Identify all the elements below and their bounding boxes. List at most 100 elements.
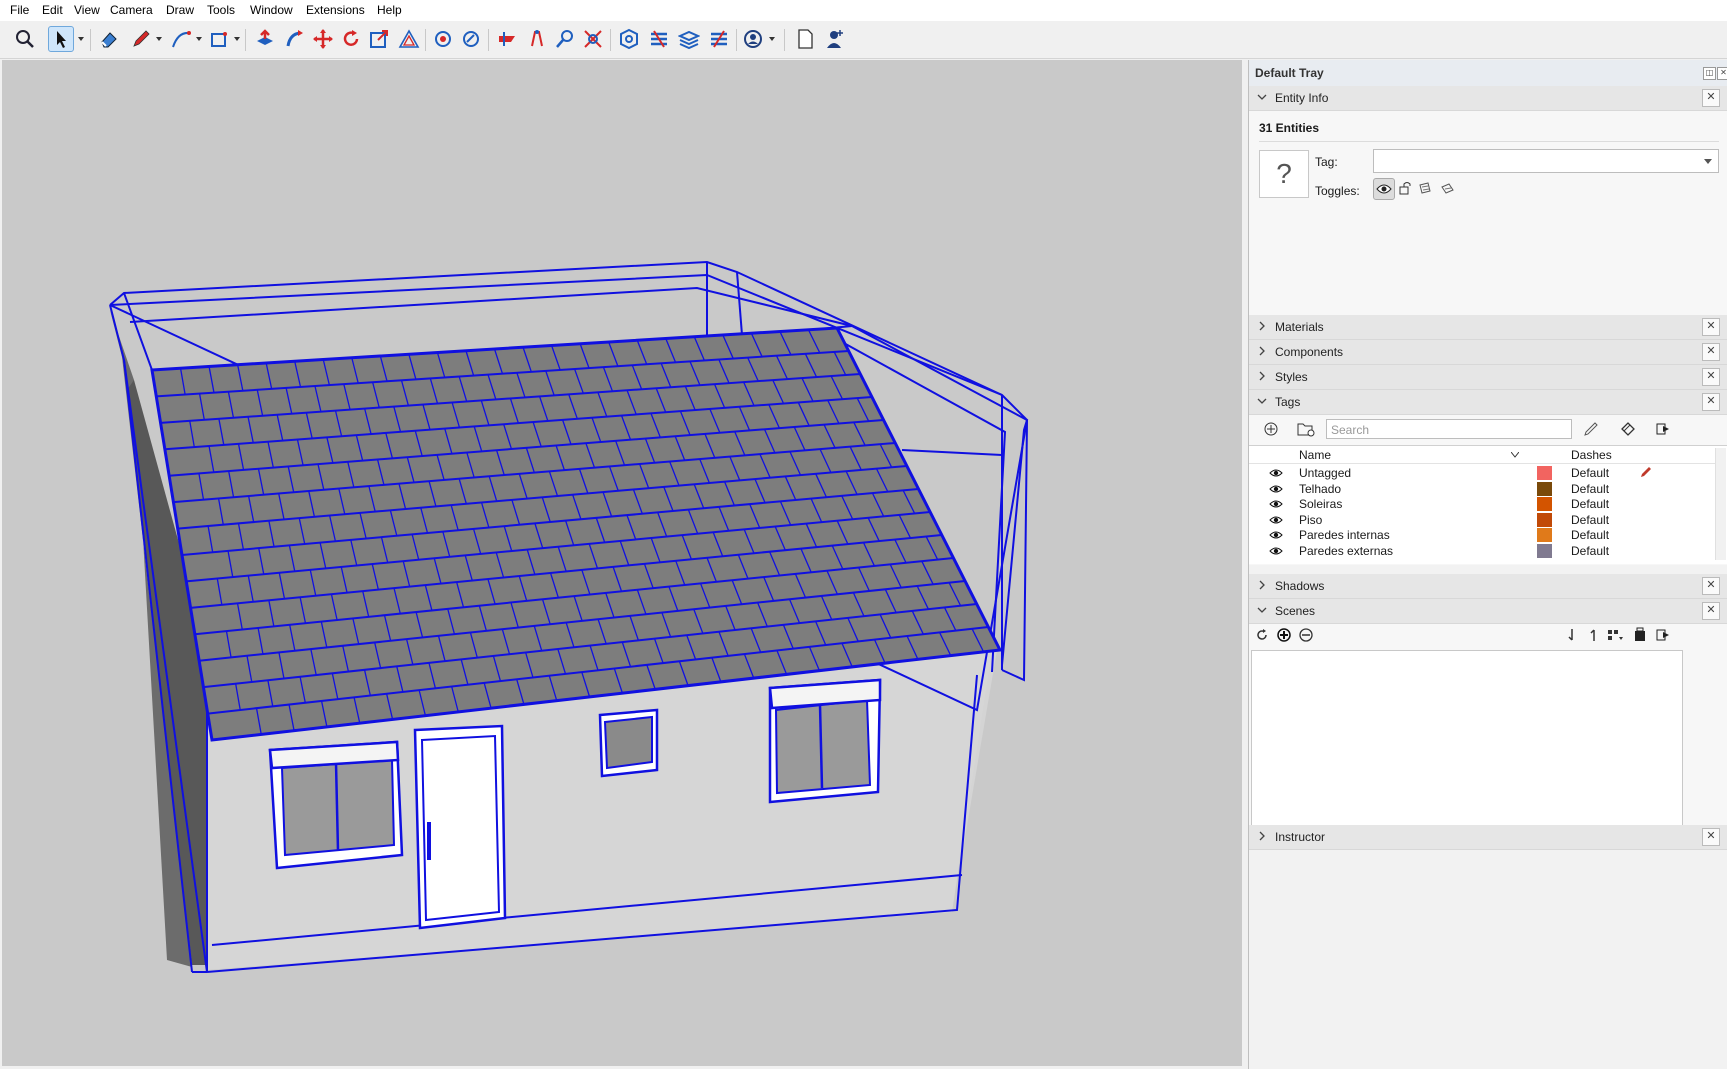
scale-icon[interactable]: [366, 26, 392, 52]
add-tag-icon[interactable]: [1263, 421, 1279, 437]
tag-color-swatch[interactable]: [1537, 481, 1552, 496]
tag-row[interactable]: Soleiras Default: [1249, 497, 1709, 512]
visibility-eye-icon[interactable]: [1269, 499, 1283, 509]
panel-tags-header[interactable]: Tags ✕: [1249, 390, 1727, 415]
line-icon[interactable]: [168, 26, 194, 52]
menu-window[interactable]: Window: [250, 3, 293, 17]
menu-edit[interactable]: Edit: [42, 3, 63, 17]
tag-dashes[interactable]: Default: [1571, 466, 1609, 480]
pan-icon[interactable]: [458, 26, 484, 52]
tag-dashes[interactable]: Default: [1571, 482, 1609, 496]
tags-search-input[interactable]: Search: [1326, 419, 1572, 439]
account-icon[interactable]: [740, 26, 766, 52]
close-icon[interactable]: ✕: [1702, 89, 1720, 107]
zoom-icon[interactable]: [12, 26, 38, 52]
panel-shadows-header[interactable]: Shadows ✕: [1249, 574, 1727, 599]
move-down-icon[interactable]: [1567, 628, 1577, 642]
lock-icon[interactable]: [1395, 178, 1415, 198]
panel-scenes-header[interactable]: Scenes ✕: [1249, 599, 1727, 624]
close-icon[interactable]: ✕: [1702, 577, 1720, 595]
add-folder-icon[interactable]: [1297, 421, 1315, 437]
close-icon[interactable]: ✕: [1702, 318, 1720, 336]
move-up-icon[interactable]: [1589, 628, 1599, 642]
menu-draw[interactable]: Draw: [166, 3, 194, 17]
tag-dashes[interactable]: Default: [1571, 513, 1609, 527]
select-icon[interactable]: [48, 26, 74, 52]
visibility-eye-icon[interactable]: [1269, 515, 1283, 525]
visibility-eye-icon[interactable]: [1269, 546, 1283, 556]
move-icon[interactable]: [310, 26, 336, 52]
zoom-extents-icon[interactable]: [580, 26, 606, 52]
warehouse-icon[interactable]: [616, 26, 642, 52]
menu-extensions[interactable]: Extensions: [306, 3, 365, 17]
menu-help[interactable]: Help: [377, 3, 402, 17]
close-icon[interactable]: ✕: [1702, 602, 1720, 620]
details-arrow-icon[interactable]: [1655, 628, 1671, 642]
tag-color-swatch[interactable]: [1537, 512, 1552, 527]
details-arrow-icon[interactable]: [1655, 421, 1671, 437]
tray-close-icon[interactable]: ✕: [1717, 67, 1727, 80]
visibility-eye-icon[interactable]: [1269, 468, 1283, 478]
house-model[interactable]: [2, 60, 1242, 1066]
visibility-eye-icon[interactable]: [1373, 178, 1395, 200]
add-scene-icon[interactable]: [1277, 628, 1291, 642]
pencil-icon[interactable]: [128, 26, 154, 52]
tag-color-swatch[interactable]: [1537, 543, 1552, 558]
user-icon[interactable]: [822, 26, 848, 52]
tag-row[interactable]: Piso Default: [1249, 512, 1709, 528]
active-tag-pencil-icon[interactable]: [1640, 466, 1652, 478]
orbit-icon[interactable]: [430, 26, 456, 52]
tags-scrollbar[interactable]: [1715, 448, 1726, 560]
menu-view[interactable]: View: [74, 3, 100, 17]
tray-pin-icon[interactable]: ◫: [1703, 67, 1716, 80]
close-icon[interactable]: ✕: [1702, 828, 1720, 846]
scene-settings-icon[interactable]: [1633, 627, 1647, 643]
modeling-viewport[interactable]: [2, 60, 1242, 1066]
close-icon[interactable]: ✕: [1702, 368, 1720, 386]
remove-scene-icon[interactable]: [1299, 628, 1313, 642]
offset-icon[interactable]: [396, 26, 422, 52]
scenes-list[interactable]: [1251, 650, 1683, 828]
rectangle-icon[interactable]: [206, 26, 232, 52]
visibility-eye-icon[interactable]: [1269, 484, 1283, 494]
tag-row[interactable]: Paredes externas Default: [1249, 543, 1709, 559]
tag-dropdown[interactable]: [1373, 149, 1719, 173]
color-by-tag-icon[interactable]: [1619, 420, 1637, 438]
pencil-icon[interactable]: [1583, 421, 1599, 437]
eraser-icon[interactable]: [96, 26, 122, 52]
tag-row[interactable]: Telhado Default: [1249, 481, 1709, 497]
panel-instructor-header[interactable]: Instructor ✕: [1249, 825, 1727, 850]
refresh-icon[interactable]: [1255, 628, 1269, 642]
tag-dashes[interactable]: Default: [1571, 544, 1609, 558]
visibility-eye-icon[interactable]: [1269, 530, 1283, 540]
menu-tools[interactable]: Tools: [207, 3, 235, 17]
panel-styles-header[interactable]: Styles ✕: [1249, 365, 1727, 390]
cast-shadows-icon[interactable]: [1437, 178, 1457, 198]
tag-color-swatch[interactable]: [1537, 497, 1552, 511]
menu-file[interactable]: File: [10, 3, 29, 17]
close-icon[interactable]: ✕: [1702, 393, 1720, 411]
view-options-icon[interactable]: [1607, 628, 1625, 642]
extension-warehouse-icon[interactable]: [646, 26, 672, 52]
walk-icon[interactable]: [524, 26, 550, 52]
push-pull-icon[interactable]: [252, 26, 278, 52]
tag-color-swatch[interactable]: [1537, 466, 1552, 480]
receive-shadows-icon[interactable]: [1415, 178, 1435, 198]
tag-color-swatch[interactable]: [1537, 528, 1552, 542]
tag-dashes[interactable]: Default: [1571, 528, 1609, 542]
rotate-icon[interactable]: [338, 26, 364, 52]
panel-components-header[interactable]: Components ✕: [1249, 340, 1727, 365]
menu-camera[interactable]: Camera: [110, 3, 153, 17]
panel-materials-header[interactable]: Materials ✕: [1249, 315, 1727, 340]
panel-entity-info-header[interactable]: Entity Info ✕: [1249, 86, 1727, 111]
layers-icon[interactable]: [676, 26, 702, 52]
tag-dashes[interactable]: Default: [1571, 497, 1609, 511]
look-around-icon[interactable]: [552, 26, 578, 52]
close-icon[interactable]: ✕: [1702, 343, 1720, 361]
section-icon[interactable]: [494, 26, 520, 52]
follow-me-icon[interactable]: [282, 26, 308, 52]
new-file-icon[interactable]: [792, 26, 818, 52]
col-dashes-header[interactable]: Dashes: [1571, 448, 1612, 462]
solid-tools-icon[interactable]: [706, 26, 732, 52]
col-name-header[interactable]: Name: [1299, 448, 1331, 462]
